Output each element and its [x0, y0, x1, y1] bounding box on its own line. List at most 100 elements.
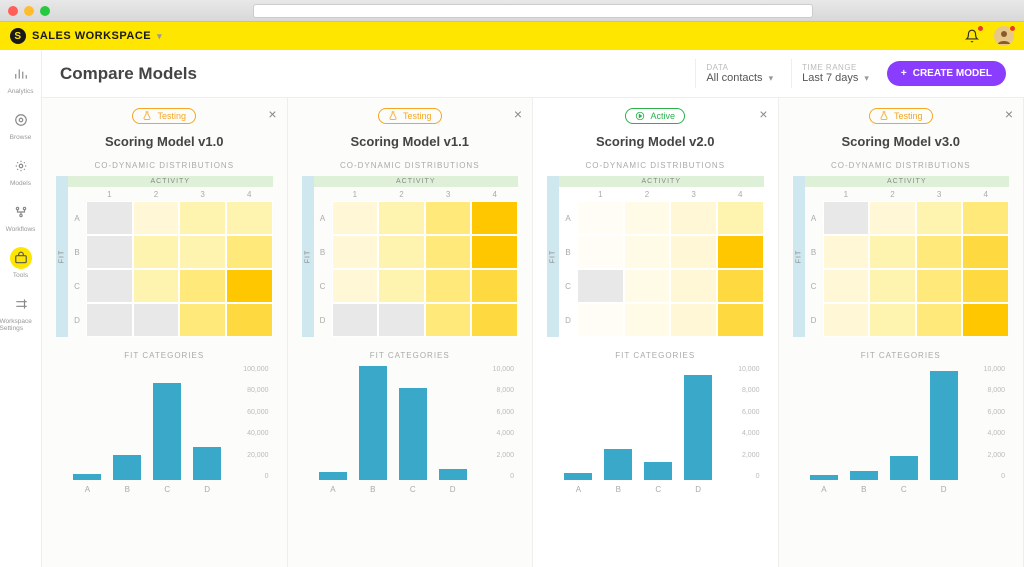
heatmap-cell	[624, 303, 671, 337]
create-model-label: CREATE MODEL	[913, 68, 992, 79]
bar: D	[193, 447, 221, 480]
heatmap-col-header: 3	[179, 187, 226, 201]
heatmap-cell	[670, 201, 717, 235]
y-tick: 2,000	[730, 452, 760, 459]
bar: B	[604, 449, 632, 480]
workflows-icon	[13, 204, 29, 220]
flask-icon	[142, 111, 152, 121]
notification-badge	[977, 25, 984, 32]
zoom-dot-icon[interactable]	[40, 6, 50, 16]
y-tick: 10,000	[730, 366, 760, 373]
bar-chart: ABCD10,0008,0006,0004,0002,0000	[547, 366, 764, 561]
heatmap-cell	[378, 201, 425, 235]
heatmap-cell	[471, 201, 518, 235]
heatmap-row-header: D	[314, 303, 332, 337]
bar-category-label: A	[85, 485, 90, 494]
status-text: Testing	[894, 111, 923, 121]
chevron-down-icon: ▾	[864, 73, 869, 84]
bar: A	[319, 472, 347, 480]
heatmap: FITACTIVITY1234ABCD	[302, 176, 519, 337]
y-tick: 2,000	[484, 452, 514, 459]
bar-category-label: D	[941, 485, 947, 494]
bar-category-label: C	[901, 485, 907, 494]
bar: C	[890, 456, 918, 480]
plus-icon: +	[901, 68, 907, 79]
nav-label: Models	[10, 180, 31, 187]
close-dot-icon[interactable]	[8, 6, 18, 16]
heatmap-cell	[226, 201, 273, 235]
y-tick: 2,000	[975, 452, 1005, 459]
user-menu[interactable]	[994, 26, 1014, 46]
nav-item-analytics[interactable]: Analytics	[0, 58, 42, 100]
heatmap-row-header: B	[559, 235, 577, 269]
bar-category-label: B	[861, 485, 866, 494]
heatmap-cell	[179, 269, 226, 303]
heatmap-cell	[624, 201, 671, 235]
bar: A	[73, 474, 101, 480]
heatmap-cell	[226, 235, 273, 269]
heatmap-row-header: C	[314, 269, 332, 303]
settings-icon	[13, 296, 29, 312]
bar-chart: ABCD100,00080,00060,00040,00020,0000	[56, 366, 273, 561]
heatmap-cell	[133, 303, 180, 337]
y-tick: 0	[975, 473, 1005, 480]
y-axis: 10,0008,0006,0004,0002,0000	[730, 366, 764, 480]
close-panel-button[interactable]: ×	[514, 106, 522, 122]
y-tick: 6,000	[730, 409, 760, 416]
analytics-icon	[13, 66, 29, 82]
model-panel: ×TestingScoring Model v1.0CO-DYNAMIC DIS…	[42, 98, 288, 567]
close-panel-button[interactable]: ×	[759, 106, 767, 122]
bar: C	[399, 388, 427, 480]
heatmap-col-header: 1	[86, 187, 133, 201]
heatmap-row-header: B	[805, 235, 823, 269]
close-panel-button[interactable]: ×	[268, 106, 276, 122]
heatmap-col-header: 2	[378, 187, 425, 201]
notifications-button[interactable]	[962, 26, 982, 46]
heatmap-row-header: D	[805, 303, 823, 337]
nav-item-models[interactable]: Models	[0, 150, 42, 192]
bar: D	[684, 375, 712, 480]
heatmap-cell	[624, 235, 671, 269]
heatmap-cell	[332, 235, 379, 269]
heatmap-cell	[471, 235, 518, 269]
nav-item-browse[interactable]: Browse	[0, 104, 42, 146]
nav-item-tools[interactable]: Tools	[0, 242, 42, 284]
bar-category-label: C	[410, 485, 416, 494]
y-tick: 100,000	[239, 366, 269, 373]
heatmap-cell	[332, 201, 379, 235]
filter-time[interactable]: TIME RANGE Last 7 days▾	[791, 59, 879, 88]
model-panel: ×TestingScoring Model v1.1CO-DYNAMIC DIS…	[288, 98, 534, 567]
heatmap-cell	[962, 201, 1009, 235]
heatmap-cell	[577, 303, 624, 337]
y-tick: 4,000	[975, 430, 1005, 437]
bar-category-label: B	[125, 485, 130, 494]
heatmap-row-header: C	[559, 269, 577, 303]
heatmap-cell	[670, 235, 717, 269]
workspace-switcher[interactable]: S SALES WORKSPACE ▾	[10, 28, 162, 44]
nav-label: Tools	[13, 272, 28, 279]
bar-category-label: A	[576, 485, 581, 494]
close-panel-button[interactable]: ×	[1005, 106, 1013, 122]
model-name: Scoring Model v1.0	[56, 134, 273, 149]
address-bar[interactable]	[253, 4, 813, 18]
heatmap-cell	[717, 201, 764, 235]
filter-data[interactable]: DATA All contacts▾	[695, 59, 783, 88]
minimize-dot-icon[interactable]	[24, 6, 34, 16]
co-dynamic-label: CO-DYNAMIC DISTRIBUTIONS	[793, 161, 1010, 170]
y-tick: 40,000	[239, 430, 269, 437]
bar-category-label: D	[204, 485, 210, 494]
co-dynamic-label: CO-DYNAMIC DISTRIBUTIONS	[302, 161, 519, 170]
create-model-button[interactable]: + CREATE MODEL	[887, 61, 1006, 86]
nav-label: Analytics	[7, 88, 33, 95]
heatmap-cell	[962, 235, 1009, 269]
heatmap-cell	[133, 235, 180, 269]
heatmap-cell	[916, 201, 963, 235]
nav-item-workflows[interactable]: Workflows	[0, 196, 42, 238]
nav-item-workspace-settings[interactable]: Workspace Settings	[0, 288, 42, 337]
heatmap-row-header: A	[314, 201, 332, 235]
heatmap-cell	[425, 303, 472, 337]
bar: B	[113, 455, 141, 480]
model-name: Scoring Model v3.0	[793, 134, 1010, 149]
y-tick: 0	[484, 473, 514, 480]
heatmap-cell	[916, 303, 963, 337]
